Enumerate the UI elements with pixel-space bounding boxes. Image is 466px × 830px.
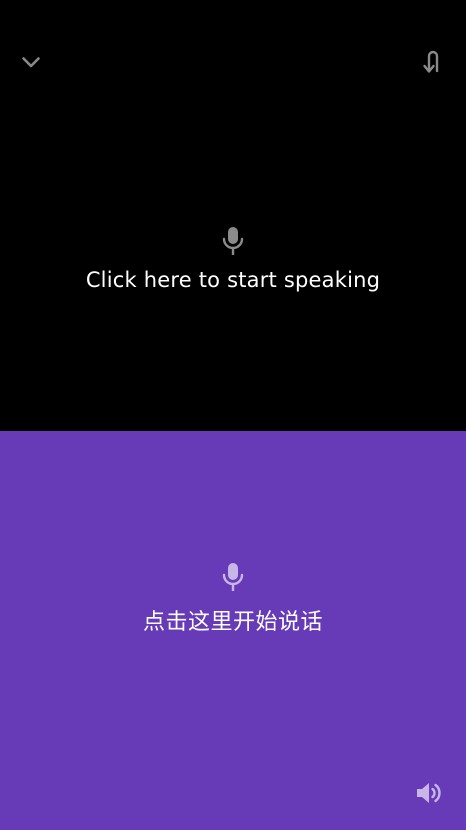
u-turn-arrow-icon (423, 50, 439, 73)
swap-direction-button[interactable] (413, 42, 453, 82)
chevron-down-icon (22, 57, 40, 68)
conversation-screen: Click here to start speaking 点击这里开始说话 (0, 0, 466, 830)
top-speaker-panel (0, 0, 466, 431)
speaker-volume-icon (417, 783, 441, 803)
start-speaking-prompt-chinese: 点击这里开始说话 (142, 610, 323, 635)
microphone-icon (217, 560, 249, 594)
start-speaking-area-bottom[interactable]: 点击这里开始说话 (0, 560, 466, 636)
start-speaking-prompt: Click here to start speaking (85, 268, 381, 292)
microphone-icon (217, 224, 249, 258)
start-speaking-area-top[interactable]: Click here to start speaking (0, 224, 466, 292)
speaker-button[interactable] (409, 773, 449, 813)
collapse-button[interactable] (11, 42, 51, 82)
